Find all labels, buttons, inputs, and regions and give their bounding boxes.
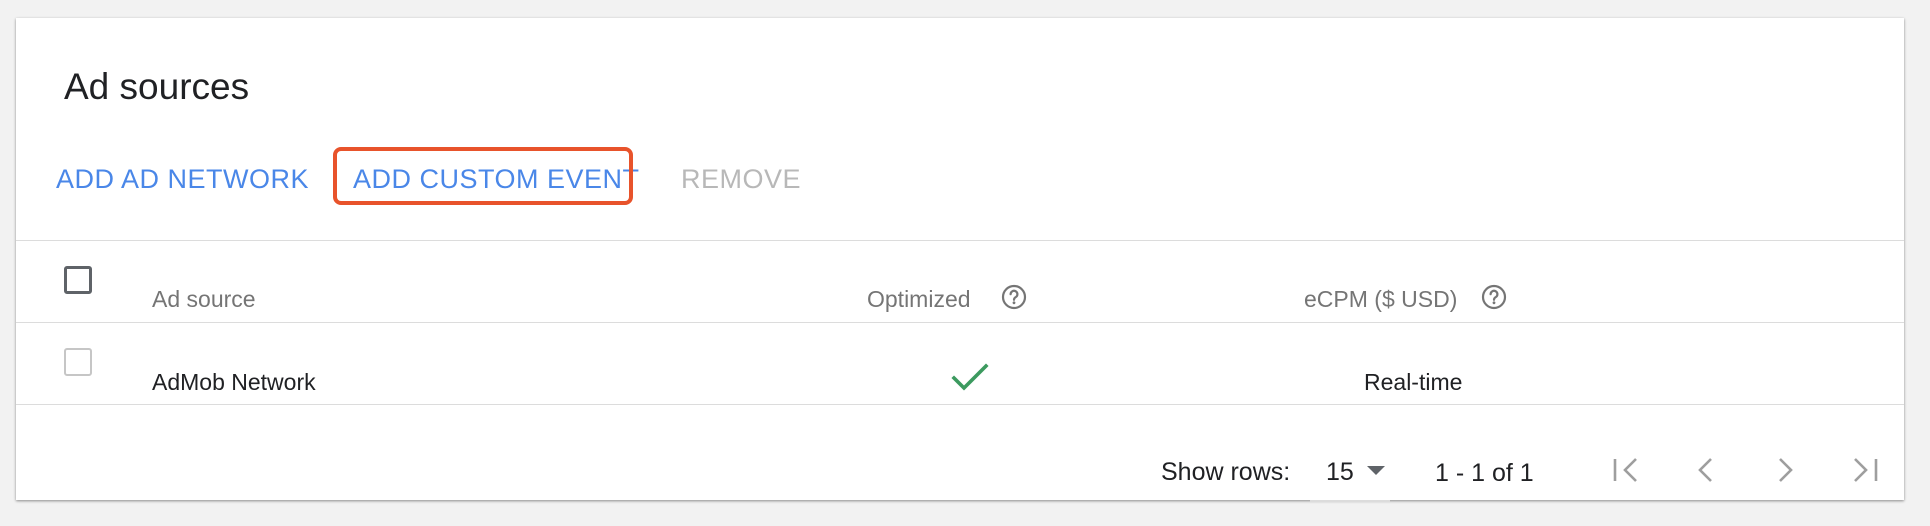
row-checkbox[interactable] xyxy=(64,348,92,376)
help-icon[interactable] xyxy=(1481,284,1507,310)
ad-source-name: AdMob Network xyxy=(152,369,316,395)
checkmark-icon xyxy=(951,363,989,393)
chevron-left-icon[interactable] xyxy=(1689,453,1723,487)
page-title: Ad sources xyxy=(64,66,250,107)
column-header-optimized[interactable]: Optimized xyxy=(867,288,971,311)
help-icon[interactable] xyxy=(1001,284,1027,310)
show-rows-label: Show rows: xyxy=(1161,458,1291,486)
divider xyxy=(16,404,1904,405)
page-range: 1 - 1 of 1 xyxy=(1435,459,1534,487)
column-header-ad-source[interactable]: Ad source xyxy=(152,288,256,311)
column-header-ecpm[interactable]: eCPM ($ USD) xyxy=(1304,288,1457,311)
ad-sources-card: Ad sources ADD AD NETWORK ADD CUSTOM EVE… xyxy=(16,18,1904,502)
ecpm-value: Real-time xyxy=(1364,369,1463,395)
dropdown-arrow-icon xyxy=(1367,466,1385,475)
remove-button: REMOVE xyxy=(681,164,802,194)
last-page-icon[interactable] xyxy=(1848,453,1882,487)
highlight-annotation xyxy=(333,147,633,205)
add-ad-network-button[interactable]: ADD AD NETWORK xyxy=(56,166,309,193)
divider xyxy=(16,322,1904,323)
chevron-right-icon[interactable] xyxy=(1768,453,1802,487)
select-all-checkbox[interactable] xyxy=(64,266,92,294)
first-page-icon[interactable] xyxy=(1609,453,1643,487)
rows-per-page-select[interactable]: 15 xyxy=(1310,452,1390,502)
divider xyxy=(16,240,1904,241)
rows-per-page-value: 15 xyxy=(1326,458,1354,486)
